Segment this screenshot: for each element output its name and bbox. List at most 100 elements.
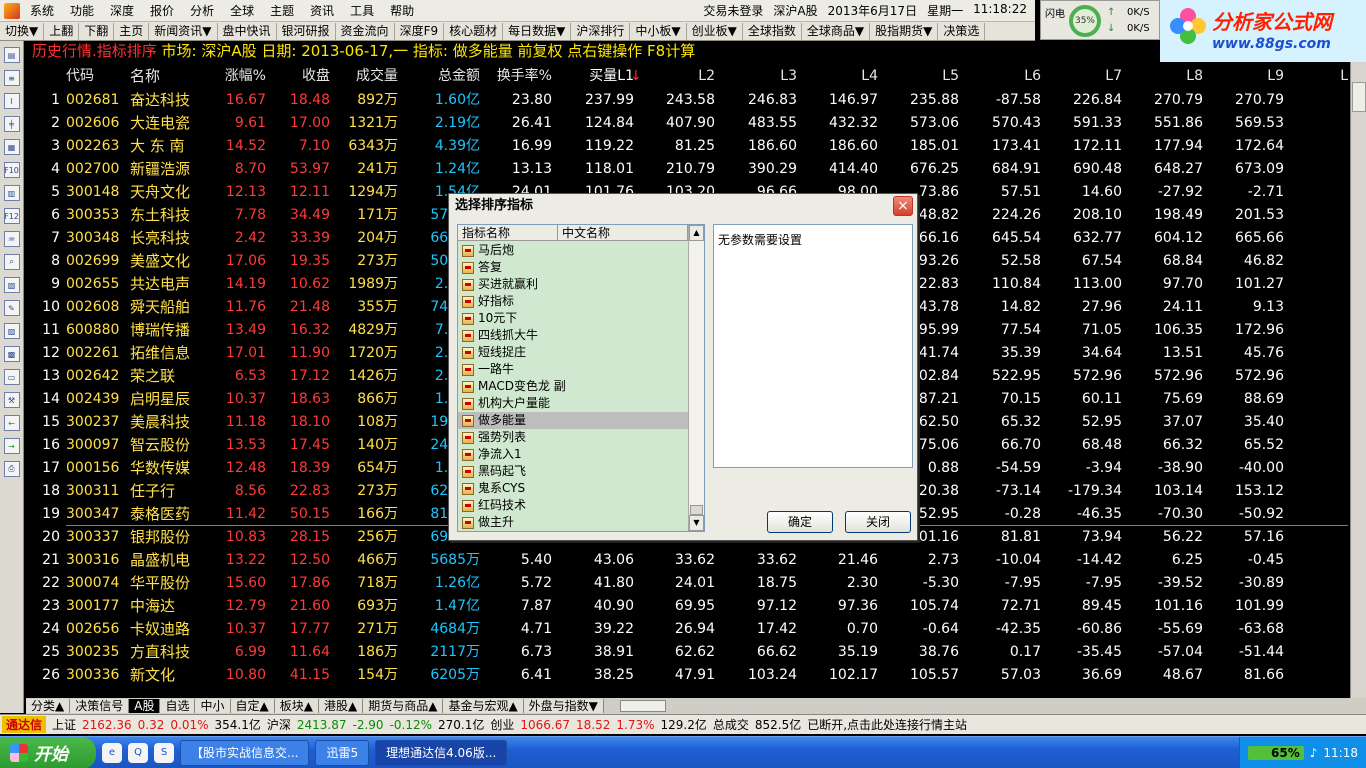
toolbar-item[interactable]: 核心题材	[444, 22, 504, 40]
toolbar-item[interactable]: 中小板▼	[630, 22, 687, 40]
column-header-code[interactable]: 代码	[66, 65, 130, 88]
table-row[interactable]: 3 002263 大 东 南 14.52 7.10 6343万 4.39亿 16.99 119.…	[26, 135, 1348, 158]
indicator-item[interactable]: 答复	[458, 259, 688, 276]
list-icon[interactable]: ≡	[3, 70, 20, 86]
indicator-item[interactable]: 四线抓大牛	[458, 327, 688, 344]
list-scroll-thumb[interactable]	[690, 505, 703, 515]
graph-icon[interactable]: ⌇	[3, 93, 20, 109]
tab-category[interactable]: 分类▲	[26, 699, 71, 713]
net-speed-widget[interactable]: 闪电 35% ↑ ↓ 0K/S 0K/S	[1040, 0, 1160, 40]
column-header-l7[interactable]: L7	[1041, 65, 1122, 88]
menu-depth[interactable]: 深度	[104, 2, 144, 19]
toolbar-item[interactable]: 深度F9	[395, 22, 445, 40]
table-row[interactable]: 25 300235 方直科技 6.99 11.64 186万 2117万 6.73 38.91 6…	[26, 641, 1348, 664]
print-icon[interactable]: ⎙	[3, 461, 20, 477]
table-row[interactable]: 26 300336 新文化 10.80 41.15 154万 6205万 6.41 38.25 4…	[26, 664, 1348, 687]
connection-message[interactable]: 已断开,点击此处连接行情主站	[807, 716, 967, 733]
indicator-item[interactable]: 鬼系CYS	[458, 480, 688, 497]
column-header-l1[interactable]: 买量L1	[552, 65, 634, 88]
toolbar-item[interactable]: 决策选	[938, 22, 986, 40]
menu-global[interactable]: 全球	[224, 2, 264, 19]
clock[interactable]: 11:18	[1323, 746, 1358, 760]
tab-decision-signal[interactable]: 决策信号	[70, 699, 130, 713]
indicator-item[interactable]: 机构大户量能	[458, 395, 688, 412]
close-button[interactable]: 关闭	[845, 511, 911, 533]
indicator-item[interactable]: 好指标	[458, 293, 688, 310]
volume-icon[interactable]: ♪	[1310, 746, 1318, 760]
back-arrow-icon[interactable]: ←	[3, 415, 20, 431]
tab-favorites[interactable]: 自选	[160, 699, 196, 713]
tab-sme[interactable]: 中小	[195, 699, 231, 713]
table-row[interactable]: 23 300177 中海达 12.79 21.60 693万 1.47亿 7.87 40.90 6…	[26, 595, 1348, 618]
doc2-icon[interactable]: ▩	[3, 346, 20, 362]
sogou-icon[interactable]: S	[154, 742, 174, 763]
column-header-l8[interactable]: L8	[1122, 65, 1203, 88]
tab-futures[interactable]: 期货与商品▲	[363, 699, 444, 713]
indicator-item[interactable]: 做多能量	[458, 412, 688, 429]
indicator-item[interactable]: 10元下	[458, 310, 688, 327]
toolbar-item[interactable]: 上翻	[44, 22, 80, 40]
column-header-l4[interactable]: L4	[797, 65, 878, 88]
edit-icon[interactable]: ✎	[3, 300, 20, 316]
indicator-item[interactable]: 黑码起飞	[458, 463, 688, 480]
toolbar-item[interactable]: 银河研报	[277, 22, 336, 40]
start-button[interactable]: 开始	[0, 736, 96, 768]
menu-function[interactable]: 功能	[64, 2, 104, 19]
scroll-up-icon[interactable]: ▲	[689, 225, 704, 241]
toolbar-item[interactable]: 全球商品▼	[802, 22, 871, 40]
column-header-turn[interactable]: 换手率%	[480, 65, 552, 88]
folder-icon[interactable]: ▭	[3, 369, 20, 385]
app-name-badge[interactable]: 通达信	[2, 716, 47, 733]
menu-system[interactable]: 系统	[24, 2, 64, 19]
table-row[interactable]: 22 300074 华平股份 15.60 17.86 718万 1.26亿 5.72 41.80…	[26, 572, 1348, 595]
tab-sector[interactable]: 板块▲	[274, 699, 319, 713]
indicator-item[interactable]: MACD变色龙 副	[458, 378, 688, 395]
note-icon[interactable]: ▧	[3, 277, 20, 293]
f10-icon[interactable]: F10	[3, 162, 20, 178]
table-row[interactable]: 24 002656 卡奴迪路 10.37 17.77 271万 4684万 4.71 39.22…	[26, 618, 1348, 641]
table-icon[interactable]: ▦	[3, 139, 20, 155]
indicator-item[interactable]: 马后炮	[458, 242, 688, 259]
f12-icon[interactable]: F12	[3, 208, 20, 224]
scroll-down-icon[interactable]: ▼	[689, 515, 704, 531]
toolbar-item[interactable]: 盘中快讯	[218, 22, 277, 40]
toolbar-item[interactable]: 资金流向	[336, 22, 395, 40]
vertical-scrollbar[interactable]	[1350, 62, 1366, 698]
table-row[interactable]: 1 002681 奋达科技 16.67 18.48 892万 1.60亿 23.80 237.9…	[26, 89, 1348, 112]
indicator-item[interactable]: 短线捉庄	[458, 344, 688, 361]
ok-button[interactable]: 确定	[767, 511, 833, 533]
tray-percent[interactable]: 65%	[1247, 745, 1304, 760]
indicator-item[interactable]: 一路牛	[458, 361, 688, 378]
candle-icon[interactable]: ╪	[3, 116, 20, 132]
toolbar-item[interactable]: 沪深排行	[571, 22, 631, 40]
menu-theme[interactable]: 主题	[264, 2, 304, 19]
search-icon[interactable]: ⌕	[3, 254, 20, 270]
toolbar-item[interactable]: 每日数据▼	[503, 22, 572, 40]
toolbar-item[interactable]: 新闻资讯▼	[149, 22, 218, 40]
column-header-name[interactable]: 名称	[130, 65, 210, 88]
column-header-lx[interactable]: L	[1316, 65, 1348, 88]
column-header-pct[interactable]: 涨幅%	[210, 65, 266, 88]
table-row[interactable]: 2 002606 大连电瓷 9.61 17.00 1321万 2.19亿 26.41 124.8…	[26, 112, 1348, 135]
column-header-close[interactable]: 收盘	[266, 65, 330, 88]
tool-icon[interactable]: ⚒	[3, 392, 20, 408]
ie-icon[interactable]: e	[102, 742, 122, 763]
task-thunder[interactable]: 迅雷5	[315, 739, 370, 766]
table-row[interactable]: 4 002700 新疆浩源 8.70 53.97 241万 1.24亿 13.13 118.01…	[26, 158, 1348, 181]
menu-analysis[interactable]: 分析	[184, 2, 224, 19]
indicator-item[interactable]: 净流入1	[458, 446, 688, 463]
toolbar-item[interactable]: 主页	[114, 22, 150, 40]
column-header-l6[interactable]: L6	[959, 65, 1041, 88]
table-row[interactable]: 21 300316 晶盛机电 13.22 12.50 466万 5685万 5.40 43.06…	[26, 549, 1348, 572]
menu-tools[interactable]: 工具	[344, 2, 384, 19]
column-header-l3[interactable]: L3	[715, 65, 797, 88]
qq-icon[interactable]: Q	[128, 742, 148, 763]
report-icon[interactable]: ▥	[3, 185, 20, 201]
indicator-item[interactable]: 做主升	[458, 514, 688, 531]
tab-hk[interactable]: 港股▲	[318, 699, 364, 713]
toolbar-item[interactable]: 创业板▼	[687, 22, 743, 40]
chart-icon[interactable]: ▤	[3, 47, 20, 63]
indicator-item[interactable]: 强势列表	[458, 429, 688, 446]
toolbar-item[interactable]: 下翻	[79, 22, 115, 40]
trade-login-status[interactable]: 交易未登录	[703, 2, 763, 19]
